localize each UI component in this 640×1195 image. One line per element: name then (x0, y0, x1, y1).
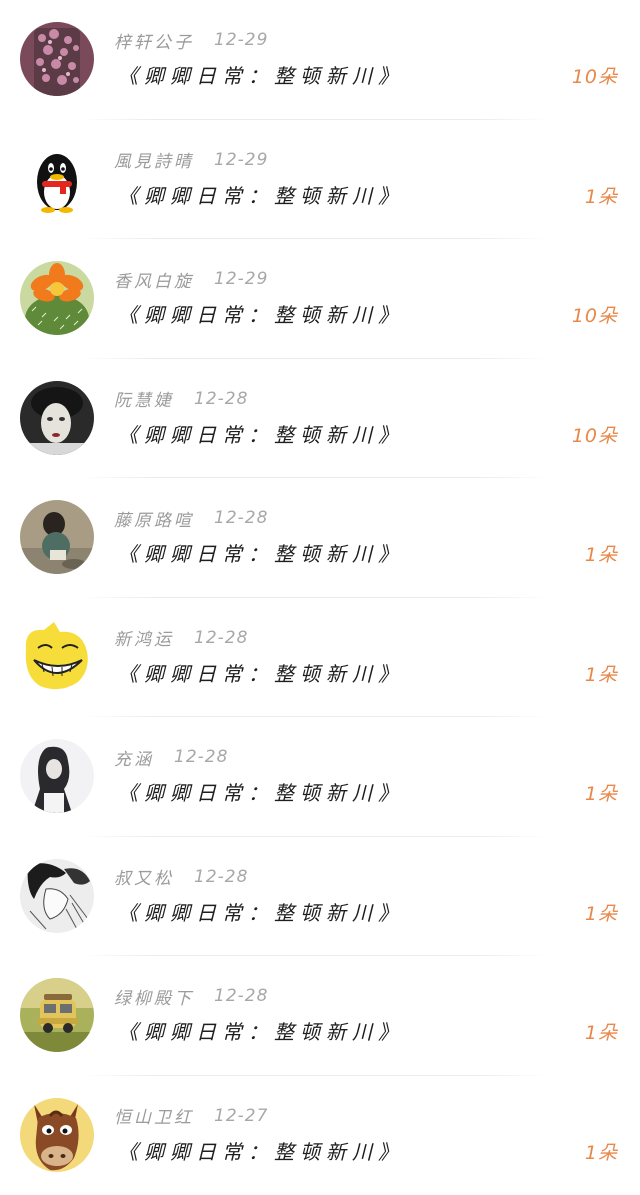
gift-count: 1朵 (585, 899, 618, 926)
gift-count: 1朵 (585, 660, 618, 687)
entry-meta: 風見詩晴 12-29 (114, 148, 268, 172)
username[interactable]: 恒山卫红 (114, 1103, 194, 1128)
book-title[interactable]: 《卿卿日常：整顿新川》 (118, 1136, 404, 1165)
user-avatar[interactable] (20, 261, 94, 335)
entry-date: 12-28 (214, 986, 268, 1006)
gift-count: 10朵 (572, 421, 618, 448)
book-title[interactable]: 《卿卿日常：整顿新川》 (118, 60, 404, 89)
entry-meta: 绿柳殿下 12-28 (114, 984, 268, 1008)
username[interactable]: 叔又松 (114, 864, 174, 889)
book-title[interactable]: 《卿卿日常：整顿新川》 (118, 1016, 404, 1045)
entry-meta: 充涵 12-28 (114, 745, 228, 769)
user-avatar[interactable] (20, 739, 94, 813)
username[interactable]: 充涵 (114, 745, 154, 770)
gift-count: 1朵 (585, 1138, 618, 1165)
list-item[interactable]: 绿柳殿下 12-28 《卿卿日常：整顿新川》 1朵 (0, 956, 640, 1076)
username[interactable]: 香风白旋 (114, 267, 194, 292)
gift-count: 1朵 (585, 779, 618, 806)
purple-flowers-icon (20, 22, 94, 96)
entry-meta: 叔又松 12-28 (114, 865, 248, 889)
book-title[interactable]: 《卿卿日常：整顿新川》 (118, 180, 404, 209)
cartoon-horse-icon (20, 1098, 94, 1172)
mime-face-icon (20, 381, 94, 455)
list-item[interactable]: 阮慧婕 12-28 《卿卿日常：整顿新川》 10朵 (0, 359, 640, 479)
entry-date: 12-29 (214, 30, 268, 50)
gift-count: 1朵 (585, 1018, 618, 1045)
list-item[interactable]: 恒山卫红 12-27 《卿卿日常：整顿新川》 1朵 (0, 1076, 640, 1195)
entry-date: 12-28 (214, 508, 268, 528)
list-item[interactable]: 充涵 12-28 《卿卿日常：整顿新川》 1朵 (0, 717, 640, 837)
cactus-flower-icon (20, 261, 94, 335)
list-item[interactable]: 梓轩公子 12-29 《卿卿日常：整顿新川》 10朵 (0, 0, 640, 120)
username[interactable]: 新鸿运 (114, 625, 174, 650)
user-avatar[interactable] (20, 978, 94, 1052)
child-reading-icon (20, 500, 94, 574)
user-avatar[interactable] (20, 22, 94, 96)
book-title[interactable]: 《卿卿日常：整顿新川》 (118, 419, 404, 448)
book-title[interactable]: 《卿卿日常：整顿新川》 (118, 299, 404, 328)
gift-count: 10朵 (572, 62, 618, 89)
entry-date: 12-29 (214, 150, 268, 170)
toy-van-icon (20, 978, 94, 1052)
entry-meta: 恒山卫红 12-27 (114, 1104, 268, 1128)
entry-date: 12-28 (194, 628, 248, 648)
list-item[interactable]: 藤原路喧 12-28 《卿卿日常：整顿新川》 1朵 (0, 478, 640, 598)
gift-count: 1朵 (585, 182, 618, 209)
book-title[interactable]: 《卿卿日常：整顿新川》 (118, 897, 404, 926)
list-item[interactable]: 風見詩晴 12-29 《卿卿日常：整顿新川》 1朵 (0, 120, 640, 240)
manga-sketch-icon (20, 859, 94, 933)
username[interactable]: 梓轩公子 (114, 28, 194, 53)
entry-meta: 梓轩公子 12-29 (114, 28, 268, 52)
entry-date: 12-28 (194, 389, 248, 409)
entry-date: 12-28 (194, 867, 248, 887)
trollface-icon (20, 620, 94, 694)
entry-meta: 香风白旋 12-29 (114, 267, 268, 291)
entry-meta: 阮慧婕 12-28 (114, 387, 248, 411)
username[interactable]: 藤原路喧 (114, 506, 194, 531)
book-title[interactable]: 《卿卿日常：整顿新川》 (118, 777, 404, 806)
entry-meta: 新鸿运 12-28 (114, 626, 248, 650)
list-item[interactable]: 新鸿运 12-28 《卿卿日常：整顿新川》 1朵 (0, 598, 640, 718)
book-title[interactable]: 《卿卿日常：整顿新川》 (118, 538, 404, 567)
list-item[interactable]: 香风白旋 12-29 《卿卿日常：整顿新川》 10朵 (0, 239, 640, 359)
user-avatar[interactable] (20, 620, 94, 694)
user-avatar[interactable] (20, 859, 94, 933)
gift-record-list: 梓轩公子 12-29 《卿卿日常：整顿新川》 10朵 (0, 0, 640, 1187)
user-avatar[interactable] (20, 381, 94, 455)
entry-date: 12-27 (214, 1106, 268, 1126)
penguin-icon (20, 142, 94, 216)
list-item[interactable]: 叔又松 12-28 《卿卿日常：整顿新川》 1朵 (0, 837, 640, 957)
username[interactable]: 阮慧婕 (114, 386, 174, 411)
gift-count: 1朵 (585, 540, 618, 567)
gift-count: 10朵 (572, 301, 618, 328)
user-avatar[interactable] (20, 500, 94, 574)
entry-date: 12-28 (174, 747, 228, 767)
entry-meta: 藤原路喧 12-28 (114, 506, 268, 530)
user-avatar[interactable] (20, 142, 94, 216)
girl-silhouette-icon (20, 739, 94, 813)
user-avatar[interactable] (20, 1098, 94, 1172)
username[interactable]: 風見詩晴 (114, 147, 194, 172)
book-title[interactable]: 《卿卿日常：整顿新川》 (118, 658, 404, 687)
entry-date: 12-29 (214, 269, 268, 289)
username[interactable]: 绿柳殿下 (114, 984, 194, 1009)
